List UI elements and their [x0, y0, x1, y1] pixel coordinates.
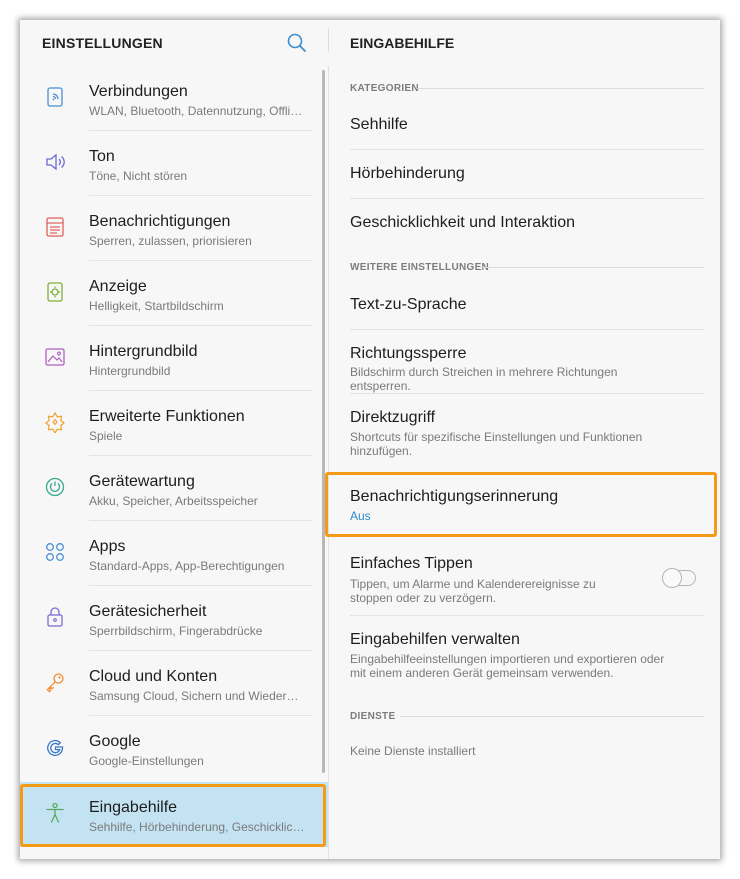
settings-header: EINSTELLUNGEN — [20, 20, 328, 66]
accessibility-detail-panel: EINGABEHILFE KATEGORIEN Sehhilfe Hörbehi… — [329, 20, 720, 859]
list-item-title: Einfaches Tippen — [350, 555, 473, 572]
advanced-features-icon — [44, 411, 66, 435]
sidebar-item-subtitle: Sperrbildschirm, Fingerabdrücke — [89, 624, 263, 638]
sidebar-item-eingabehilfe[interactable]: Eingabehilfe Sehhilfe, Hörbehinderung, G… — [20, 782, 328, 847]
section-header-kategorien: KATEGORIEN — [350, 83, 419, 94]
page-title: EINGABEHILFE — [350, 35, 455, 51]
sidebar-item-subtitle: Helligkeit, Startbildschirm — [89, 299, 224, 313]
notifications-icon — [44, 216, 66, 238]
sidebar-item-verbindungen[interactable]: Verbindungen WLAN, Bluetooth, Datennutzu… — [20, 66, 328, 131]
easy-tap-toggle[interactable] — [662, 568, 696, 588]
list-item-subtitle: Eingabehilfeeinstellungen importieren un… — [350, 652, 665, 680]
sidebar-item-title: Erweiterte Funktionen — [89, 408, 245, 425]
apps-icon — [44, 541, 66, 563]
list-item-title: Eingabehilfen verwalten — [350, 631, 520, 648]
list-item-benachrichtigungserinnerung[interactable]: Benachrichtigungserinnerung Aus — [329, 473, 720, 537]
settings-window: EINSTELLUNGEN Verbindungen WLAN, Bluetoo… — [20, 20, 720, 859]
list-item-subtitle: Shortcuts für spezifische Einstellungen … — [350, 430, 643, 458]
scrollbar[interactable] — [322, 70, 325, 773]
list-item-hoerbehinderung[interactable]: Hörbehinderung — [329, 150, 720, 199]
list-item-richtungssperre[interactable]: Richtungssperre Bildschirm durch Streich… — [329, 330, 720, 394]
sidebar-item-subtitle: Sehhilfe, Hörbehinderung, Geschicklich..… — [89, 820, 305, 834]
toggle-knob — [662, 568, 682, 588]
list-item-geschicklichkeit[interactable]: Geschicklichkeit und Interaktion — [329, 199, 720, 248]
connections-icon — [44, 86, 66, 108]
section-header-weitere-einstellungen: WEITERE EINSTELLUNGEN — [350, 262, 490, 273]
list-item-sehhilfe[interactable]: Sehhilfe — [329, 101, 720, 150]
sidebar-item-subtitle: Hintergrundbild — [89, 364, 171, 378]
sidebar-item-google[interactable]: Google Google-Einstellungen — [20, 716, 328, 781]
accessibility-icon — [44, 802, 66, 824]
sidebar-item-geraetesicherheit[interactable]: Gerätesicherheit Sperrbildschirm, Finger… — [20, 586, 328, 651]
list-item-title: Geschicklichkeit und Interaktion — [350, 214, 575, 231]
list-item-title: Benachrichtigungserinnerung — [350, 488, 559, 505]
sidebar-item-subtitle: Töne, Nicht stören — [89, 169, 188, 183]
settings-menu-panel: EINSTELLUNGEN Verbindungen WLAN, Bluetoo… — [20, 20, 328, 859]
settings-title: EINSTELLUNGEN — [42, 35, 163, 51]
sidebar-item-subtitle: WLAN, Bluetooth, Datennutzung, Offline..… — [89, 104, 305, 118]
list-item-eingabehilfen-verwalten[interactable]: Eingabehilfen verwalten Eingabehilfeeins… — [329, 616, 720, 695]
sidebar-item-hintergrundbild[interactable]: Hintergrundbild Hintergrundbild — [20, 326, 328, 391]
device-maintenance-icon — [44, 476, 66, 498]
sidebar-item-title: Anzeige — [89, 278, 147, 295]
sidebar-item-subtitle: Spiele — [89, 429, 123, 443]
section-divider — [481, 267, 704, 268]
wallpaper-icon — [44, 346, 66, 368]
list-item-title: Sehhilfe — [350, 116, 408, 133]
sidebar-item-title: Verbindungen — [89, 83, 188, 100]
sidebar-item-benachrichtigungen[interactable]: Benachrichtigungen Sperren, zulassen, pr… — [20, 196, 328, 261]
list-item-title: Text-zu-Sprache — [350, 296, 467, 313]
display-icon — [44, 281, 66, 303]
sidebar-item-subtitle: Samsung Cloud, Sichern und Wiederher... — [89, 689, 305, 703]
sidebar-item-title: Gerätesicherheit — [89, 603, 207, 620]
sidebar-item-apps[interactable]: Apps Standard-Apps, App-Berechtigungen — [20, 521, 328, 586]
list-item-title: Hörbehinderung — [350, 165, 465, 182]
sidebar-item-title: Apps — [89, 538, 126, 555]
sidebar-item-ton[interactable]: Ton Töne, Nicht stören — [20, 131, 328, 196]
list-item-subtitle: Tippen, um Alarme und Kalenderereignisse… — [350, 577, 596, 605]
sidebar-item-subtitle: Standard-Apps, App-Berechtigungen — [89, 559, 285, 573]
section-divider — [400, 716, 704, 717]
sidebar-item-geraetewartung[interactable]: Gerätewartung Akku, Speicher, Arbeitsspe… — [20, 456, 328, 521]
sidebar-item-subtitle: Google-Einstellungen — [89, 754, 204, 768]
sound-icon — [44, 151, 66, 173]
sidebar-item-title: Gerätewartung — [89, 473, 195, 490]
sidebar-item-title: Eingabehilfe — [89, 799, 178, 816]
list-item-text-zu-sprache[interactable]: Text-zu-Sprache — [329, 281, 720, 330]
sidebar-item-erweiterte-funktionen[interactable]: Erweiterte Funktionen Spiele — [20, 391, 328, 456]
list-item-direktzugriff[interactable]: Direktzugriff Shortcuts für spezifische … — [329, 394, 720, 473]
sidebar-item-anzeige[interactable]: Anzeige Helligkeit, Startbildschirm — [20, 261, 328, 326]
search-icon[interactable] — [286, 32, 308, 54]
google-icon — [44, 736, 66, 758]
sidebar-item-cloud-und-konten[interactable]: Cloud und Konten Samsung Cloud, Sichern … — [20, 651, 328, 716]
sidebar-item-title: Cloud und Konten — [89, 668, 218, 685]
sidebar-item-subtitle: Sperren, zulassen, priorisieren — [89, 234, 252, 248]
sidebar-item-title: Benachrichtigungen — [89, 213, 231, 230]
list-item-title: Direktzugriff — [350, 409, 436, 426]
section-divider — [417, 88, 704, 89]
sidebar-item-title: Ton — [89, 148, 115, 165]
section-header-dienste: DIENSTE — [350, 711, 396, 722]
empty-services-text: Keine Dienste installiert — [350, 744, 476, 758]
sidebar-item-subtitle: Akku, Speicher, Arbeitsspeicher — [89, 494, 258, 508]
sidebar-item-title: Google — [89, 733, 141, 750]
lock-icon — [44, 606, 66, 628]
key-icon — [44, 671, 66, 693]
sidebar-item-title: Hintergrundbild — [89, 343, 198, 360]
list-item-title: Richtungssperre — [350, 345, 467, 362]
list-item-subtitle: Bildschirm durch Streichen in mehrere Ri… — [350, 365, 618, 393]
status-value: Aus — [350, 509, 371, 523]
